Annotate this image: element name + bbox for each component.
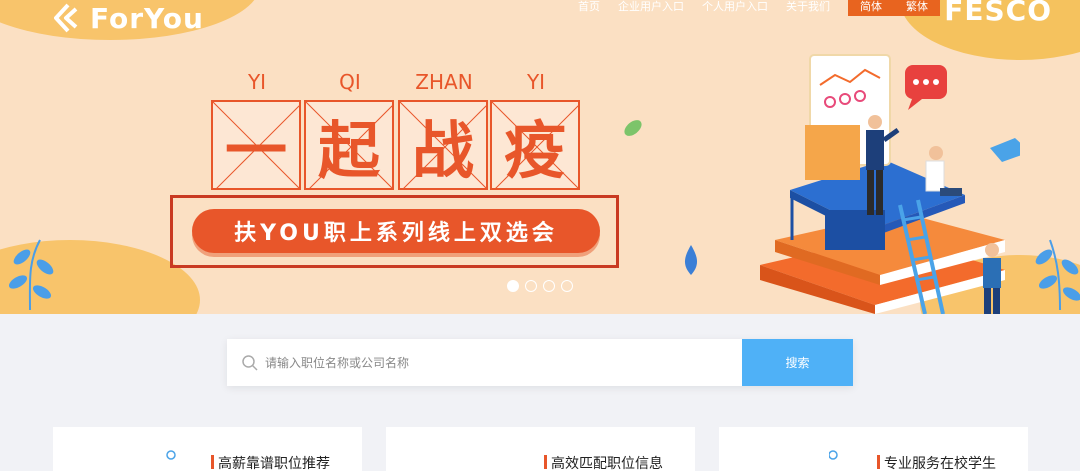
search-icon bbox=[242, 354, 258, 371]
carousel-dot[interactable] bbox=[525, 280, 537, 292]
leaf-icon bbox=[1035, 239, 1080, 311]
leaf-icon bbox=[624, 120, 642, 136]
pinyin-label: ZHAN bbox=[415, 70, 473, 94]
card-title: 专业服务在校学生 bbox=[884, 456, 996, 471]
card-title: 高效匹配职位信息 bbox=[551, 456, 663, 471]
search-button[interactable]: 搜索 bbox=[742, 339, 853, 386]
character-box: 起 bbox=[304, 100, 394, 190]
banner-character: 战 bbox=[411, 114, 474, 187]
feature-card[interactable]: 专业服务在校学生 bbox=[719, 427, 1028, 471]
top-nav: 首页 企业用户入口 个人用户入口 关于我们 简体 繁体 bbox=[578, 0, 940, 16]
pinyin-label: YI bbox=[247, 70, 267, 94]
graduation-illustration bbox=[760, 54, 1020, 314]
pinyin-label: YI bbox=[526, 70, 546, 94]
title-accent-bar bbox=[211, 455, 214, 469]
job-search-bar: 搜索 bbox=[227, 339, 853, 386]
character-box: 疫 bbox=[490, 100, 580, 190]
banner-character: 起 bbox=[317, 114, 380, 187]
language-switch: 简体 繁体 bbox=[848, 0, 940, 16]
card-title: 高薪靠谱职位推荐 bbox=[218, 456, 330, 471]
carousel-dot[interactable] bbox=[543, 280, 555, 292]
carousel-dot[interactable] bbox=[507, 280, 519, 292]
title-accent-bar bbox=[544, 455, 547, 469]
character-box: 一 bbox=[211, 100, 301, 190]
nav-enterprise-entry[interactable]: 企业用户入口 bbox=[618, 0, 684, 14]
foryou-logo-icon bbox=[54, 3, 78, 33]
decorative-icon bbox=[166, 450, 176, 460]
nav-personal-entry[interactable]: 个人用户入口 bbox=[702, 0, 768, 14]
lang-traditional[interactable]: 繁体 bbox=[894, 0, 940, 16]
nav-home[interactable]: 首页 bbox=[578, 0, 600, 14]
title-accent-bar bbox=[877, 455, 880, 469]
drop-icon bbox=[684, 245, 698, 275]
partner-logo: FESCO bbox=[944, 0, 1052, 27]
leaf-icon bbox=[8, 239, 54, 311]
decorative-icon bbox=[496, 447, 536, 471]
nav-about[interactable]: 关于我们 bbox=[786, 0, 830, 14]
slogan-text: 扶YOU职上系列线上双选会 bbox=[192, 209, 600, 253]
banner-character: 疫 bbox=[503, 114, 566, 187]
banner-character: 一 bbox=[224, 114, 287, 187]
character-box: 战 bbox=[398, 100, 488, 190]
carousel-dots bbox=[507, 280, 573, 292]
carousel-dot[interactable] bbox=[561, 280, 573, 292]
search-input[interactable] bbox=[265, 355, 705, 370]
decorative-icon bbox=[829, 450, 838, 460]
hero-banner[interactable]: ForYou 首页 企业用户入口 个人用户入口 关于我们 简体 繁体 FESCO… bbox=[0, 0, 1080, 314]
search-field[interactable] bbox=[227, 339, 742, 386]
logo[interactable]: ForYou bbox=[54, 0, 204, 36]
feature-card[interactable]: 高效匹配职位信息 bbox=[386, 427, 695, 471]
logo-text: ForYou bbox=[90, 1, 204, 35]
pinyin-label: QI bbox=[339, 70, 361, 94]
lang-simplified[interactable]: 简体 bbox=[848, 0, 894, 16]
feature-card[interactable]: 高薪靠谱职位推荐 bbox=[53, 427, 362, 471]
